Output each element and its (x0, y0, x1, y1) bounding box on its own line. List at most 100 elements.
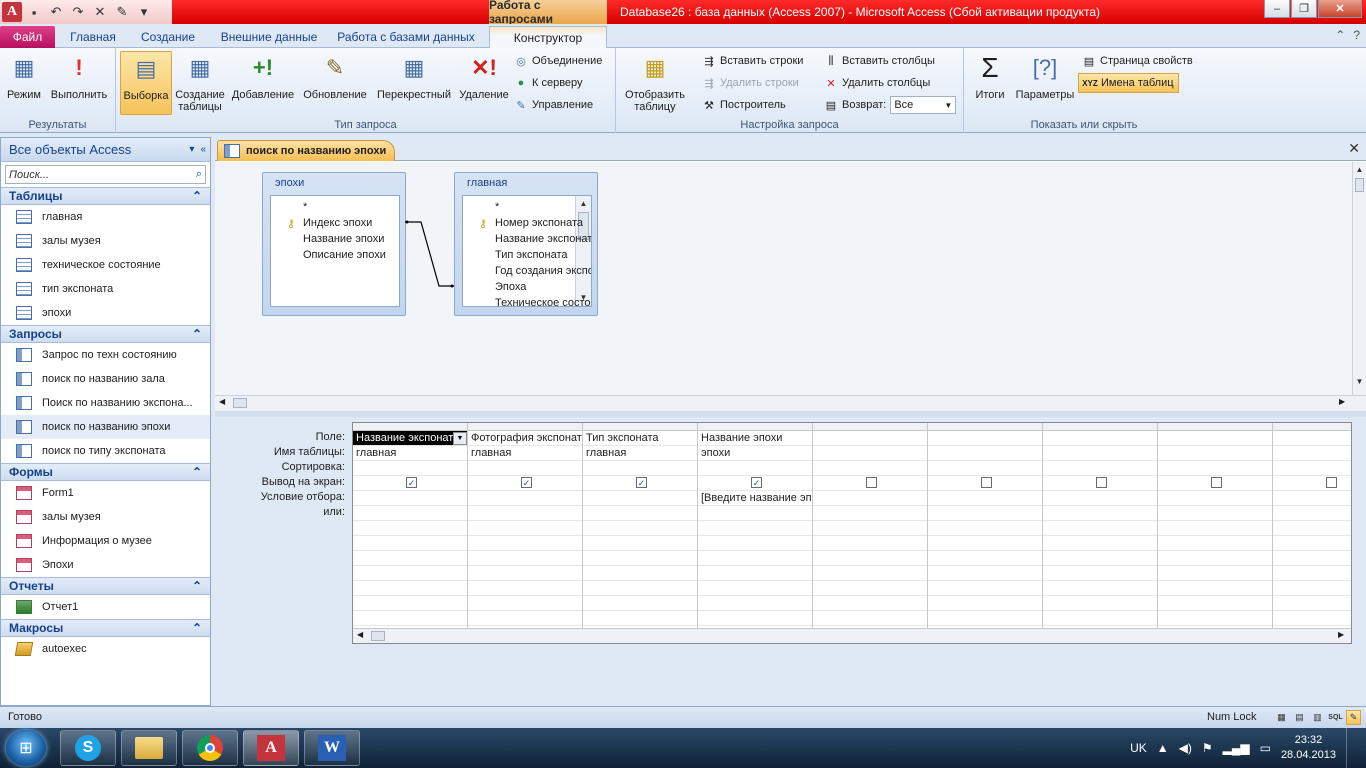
or-cell[interactable] (353, 581, 467, 596)
or-cell[interactable] (1273, 551, 1351, 566)
close-window-icon[interactable]: ✕ (1318, 0, 1362, 18)
start-button[interactable]: ⊞ (6, 730, 46, 766)
nav-item[interactable]: Запрос по техн состоянию (1, 343, 210, 367)
show-checkbox[interactable] (1096, 477, 1107, 488)
or-cell[interactable] (1158, 581, 1272, 596)
property-sheet-button[interactable]: ▤ Страница свойств (1082, 51, 1193, 71)
nav-item[interactable]: Информация о музее (1, 529, 210, 553)
or-cell[interactable] (1043, 521, 1157, 536)
tray-expand-icon[interactable]: ▲ (1157, 741, 1169, 755)
totals-button[interactable]: Σ Итоги (970, 51, 1010, 102)
show-checkbox[interactable] (981, 477, 992, 488)
or-cell[interactable] (1158, 551, 1272, 566)
nav-item[interactable]: поиск по типу экспоната (1, 439, 210, 463)
column-selector[interactable] (1043, 423, 1157, 431)
save-icon[interactable]: ▪ (24, 2, 44, 22)
or-cell[interactable] (928, 536, 1042, 551)
or-cell[interactable] (698, 581, 812, 596)
or-cell[interactable] (813, 611, 927, 626)
sort-cell[interactable] (1273, 461, 1351, 476)
design-view-icon[interactable]: ✎ (112, 2, 132, 22)
table-names-button[interactable]: XYZ Имена таблиц (1078, 73, 1179, 93)
show-desktop-button[interactable] (1346, 728, 1358, 768)
or-cell[interactable] (583, 521, 697, 536)
field-cell[interactable] (813, 431, 927, 446)
scroll-down-icon[interactable]: ▼ (1353, 374, 1366, 388)
show-table-button[interactable]: ▦ Отобразить таблицу (620, 51, 690, 114)
access-logo-icon[interactable]: A (2, 2, 22, 22)
or-cell[interactable] (353, 521, 467, 536)
or-cell[interactable] (468, 596, 582, 611)
close-object-icon[interactable]: ✕ (90, 2, 110, 22)
or-cell[interactable] (928, 521, 1042, 536)
customize-qat-icon[interactable]: ▾ (134, 2, 154, 22)
or-cell[interactable] (353, 566, 467, 581)
sort-cell[interactable] (583, 461, 697, 476)
column-selector[interactable] (468, 423, 582, 431)
or-cell[interactable] (813, 551, 927, 566)
make-table-button[interactable]: ▦ Создание таблицы (174, 51, 226, 114)
design-view-icon[interactable]: ✎ (1346, 710, 1361, 725)
criteria-cell[interactable] (928, 491, 1042, 506)
scroll-thumb[interactable] (1355, 178, 1364, 192)
scroll-thumb[interactable] (233, 398, 247, 408)
or-cell[interactable] (583, 581, 697, 596)
or-cell[interactable] (468, 521, 582, 536)
nav-item[interactable]: главная (1, 205, 210, 229)
data-definition-button[interactable]: ✎ Управление (514, 95, 593, 115)
sort-cell[interactable] (468, 461, 582, 476)
taskbar-skype[interactable]: S (60, 730, 116, 766)
or-cell[interactable] (1043, 596, 1157, 611)
scroll-thumb[interactable] (371, 631, 385, 641)
or-cell[interactable] (698, 566, 812, 581)
column-selector[interactable] (1158, 423, 1272, 431)
tab-external-data[interactable]: Внешние данные (214, 26, 324, 48)
table-cell[interactable]: эпохи (698, 446, 812, 461)
scroll-up-icon[interactable]: ▲ (1353, 162, 1366, 176)
column-selector[interactable] (698, 423, 812, 431)
show-checkbox[interactable]: ✓ (521, 477, 532, 488)
volume-icon[interactable]: ◀) (1179, 741, 1192, 755)
or-cell[interactable] (353, 551, 467, 566)
or-cell[interactable] (468, 581, 582, 596)
scroll-right-icon[interactable]: ▶ (1339, 397, 1345, 406)
criteria-cell[interactable] (1043, 491, 1157, 506)
nav-item[interactable]: залы музея (1, 505, 210, 529)
or-cell[interactable] (1273, 506, 1351, 521)
datasheet-view-icon[interactable]: ▦ (1274, 710, 1289, 725)
sort-cell[interactable] (1158, 461, 1272, 476)
append-button[interactable]: +! Добавление (230, 51, 296, 102)
nav-item[interactable]: залы музея (1, 229, 210, 253)
field-cell[interactable]: Фотография экспоната (468, 431, 582, 446)
sort-cell[interactable] (1043, 461, 1157, 476)
minimize-ribbon-icon[interactable]: ⌃ (1335, 28, 1345, 42)
column-selector[interactable] (1273, 423, 1351, 431)
nav-item[interactable]: техническое состояние (1, 253, 210, 277)
grid-hscrollbar[interactable]: ◀ ▶ (353, 628, 1351, 643)
or-cell[interactable] (468, 551, 582, 566)
close-document-icon[interactable]: ✕ (1348, 140, 1360, 157)
nav-search-input[interactable]: Поиск... ⌕ (5, 165, 206, 184)
insert-columns-button[interactable]: ⫼ Вставить столбцы (824, 51, 934, 71)
nav-item[interactable]: Отчет1 (1, 595, 210, 619)
nav-category-queries[interactable]: Запросы ⌃ (1, 325, 210, 343)
or-cell[interactable] (1043, 581, 1157, 596)
or-cell[interactable] (583, 566, 697, 581)
or-cell[interactable] (1273, 566, 1351, 581)
scroll-left-icon[interactable]: ◀ (219, 397, 225, 406)
scroll-left-icon[interactable]: ◀ (357, 630, 363, 639)
delete-columns-button[interactable]: ✕ Удалить столбцы (824, 73, 930, 93)
network-icon[interactable]: ▂▄▆ (1223, 741, 1250, 755)
redo-icon[interactable]: ↷ (68, 2, 88, 22)
nav-item[interactable]: autoexec (1, 637, 210, 661)
delete-query-button[interactable]: ✕! Удаление (456, 51, 512, 102)
or-cell[interactable] (583, 596, 697, 611)
or-cell[interactable] (1043, 536, 1157, 551)
sort-cell[interactable] (813, 461, 927, 476)
language-indicator[interactable]: UK (1130, 741, 1147, 755)
or-cell[interactable] (1158, 596, 1272, 611)
union-button[interactable]: ◎ Объединение (514, 51, 602, 71)
sort-cell[interactable] (353, 461, 467, 476)
clock[interactable]: 23:32 28.04.2013 (1281, 733, 1336, 763)
or-cell[interactable] (698, 521, 812, 536)
